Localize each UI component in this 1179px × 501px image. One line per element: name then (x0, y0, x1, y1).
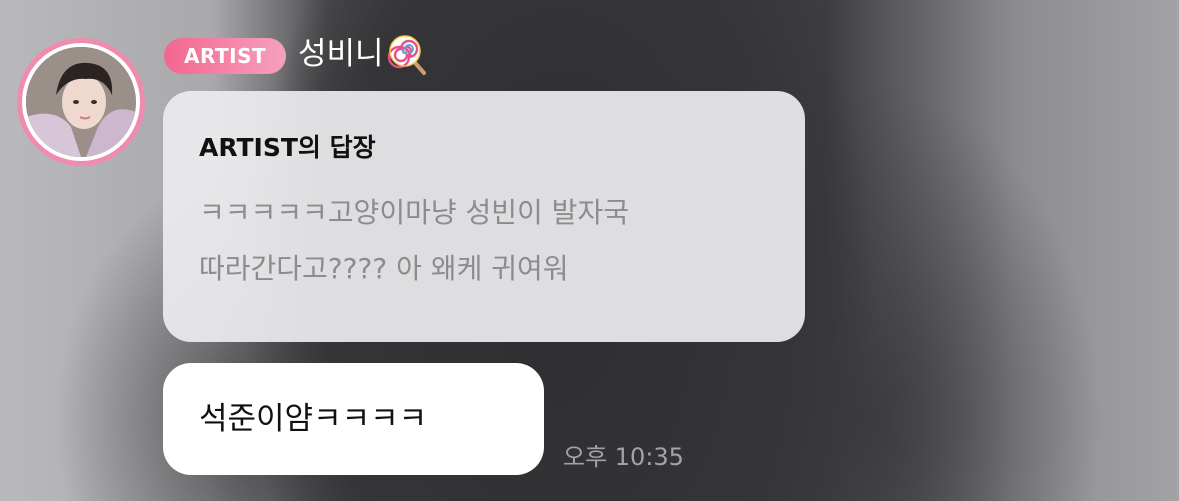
reply-bubble[interactable]: ARTIST의 답장 ㅋㅋㅋㅋㅋ고양이마냥 성빈이 발자국 따라간다고???? … (163, 91, 805, 342)
reply-quote-line: 따라간다고???? 아 왜케 귀여워 (199, 252, 569, 285)
message-bubble[interactable]: 석준이얌ㅋㅋㅋㅋ (163, 363, 544, 475)
artist-badge: ARTIST (164, 38, 287, 74)
avatar[interactable] (17, 38, 145, 166)
sender-name: 성비니 (298, 36, 384, 72)
sender-name-row[interactable]: 성비니 (298, 30, 432, 78)
reply-header: ARTIST의 답장 (199, 133, 376, 162)
message-timestamp: 오후 10:35 (563, 443, 684, 471)
lollipop-icon (387, 35, 426, 75)
reply-quote: ㅋㅋㅋㅋㅋ고양이마냥 성빈이 발자국 따라간다고???? 아 왜케 귀여워 (199, 185, 769, 297)
reply-quote-line: ㅋㅋㅋㅋㅋ고양이마냥 성빈이 발자국 (199, 196, 629, 229)
avatar-photo (26, 47, 136, 157)
